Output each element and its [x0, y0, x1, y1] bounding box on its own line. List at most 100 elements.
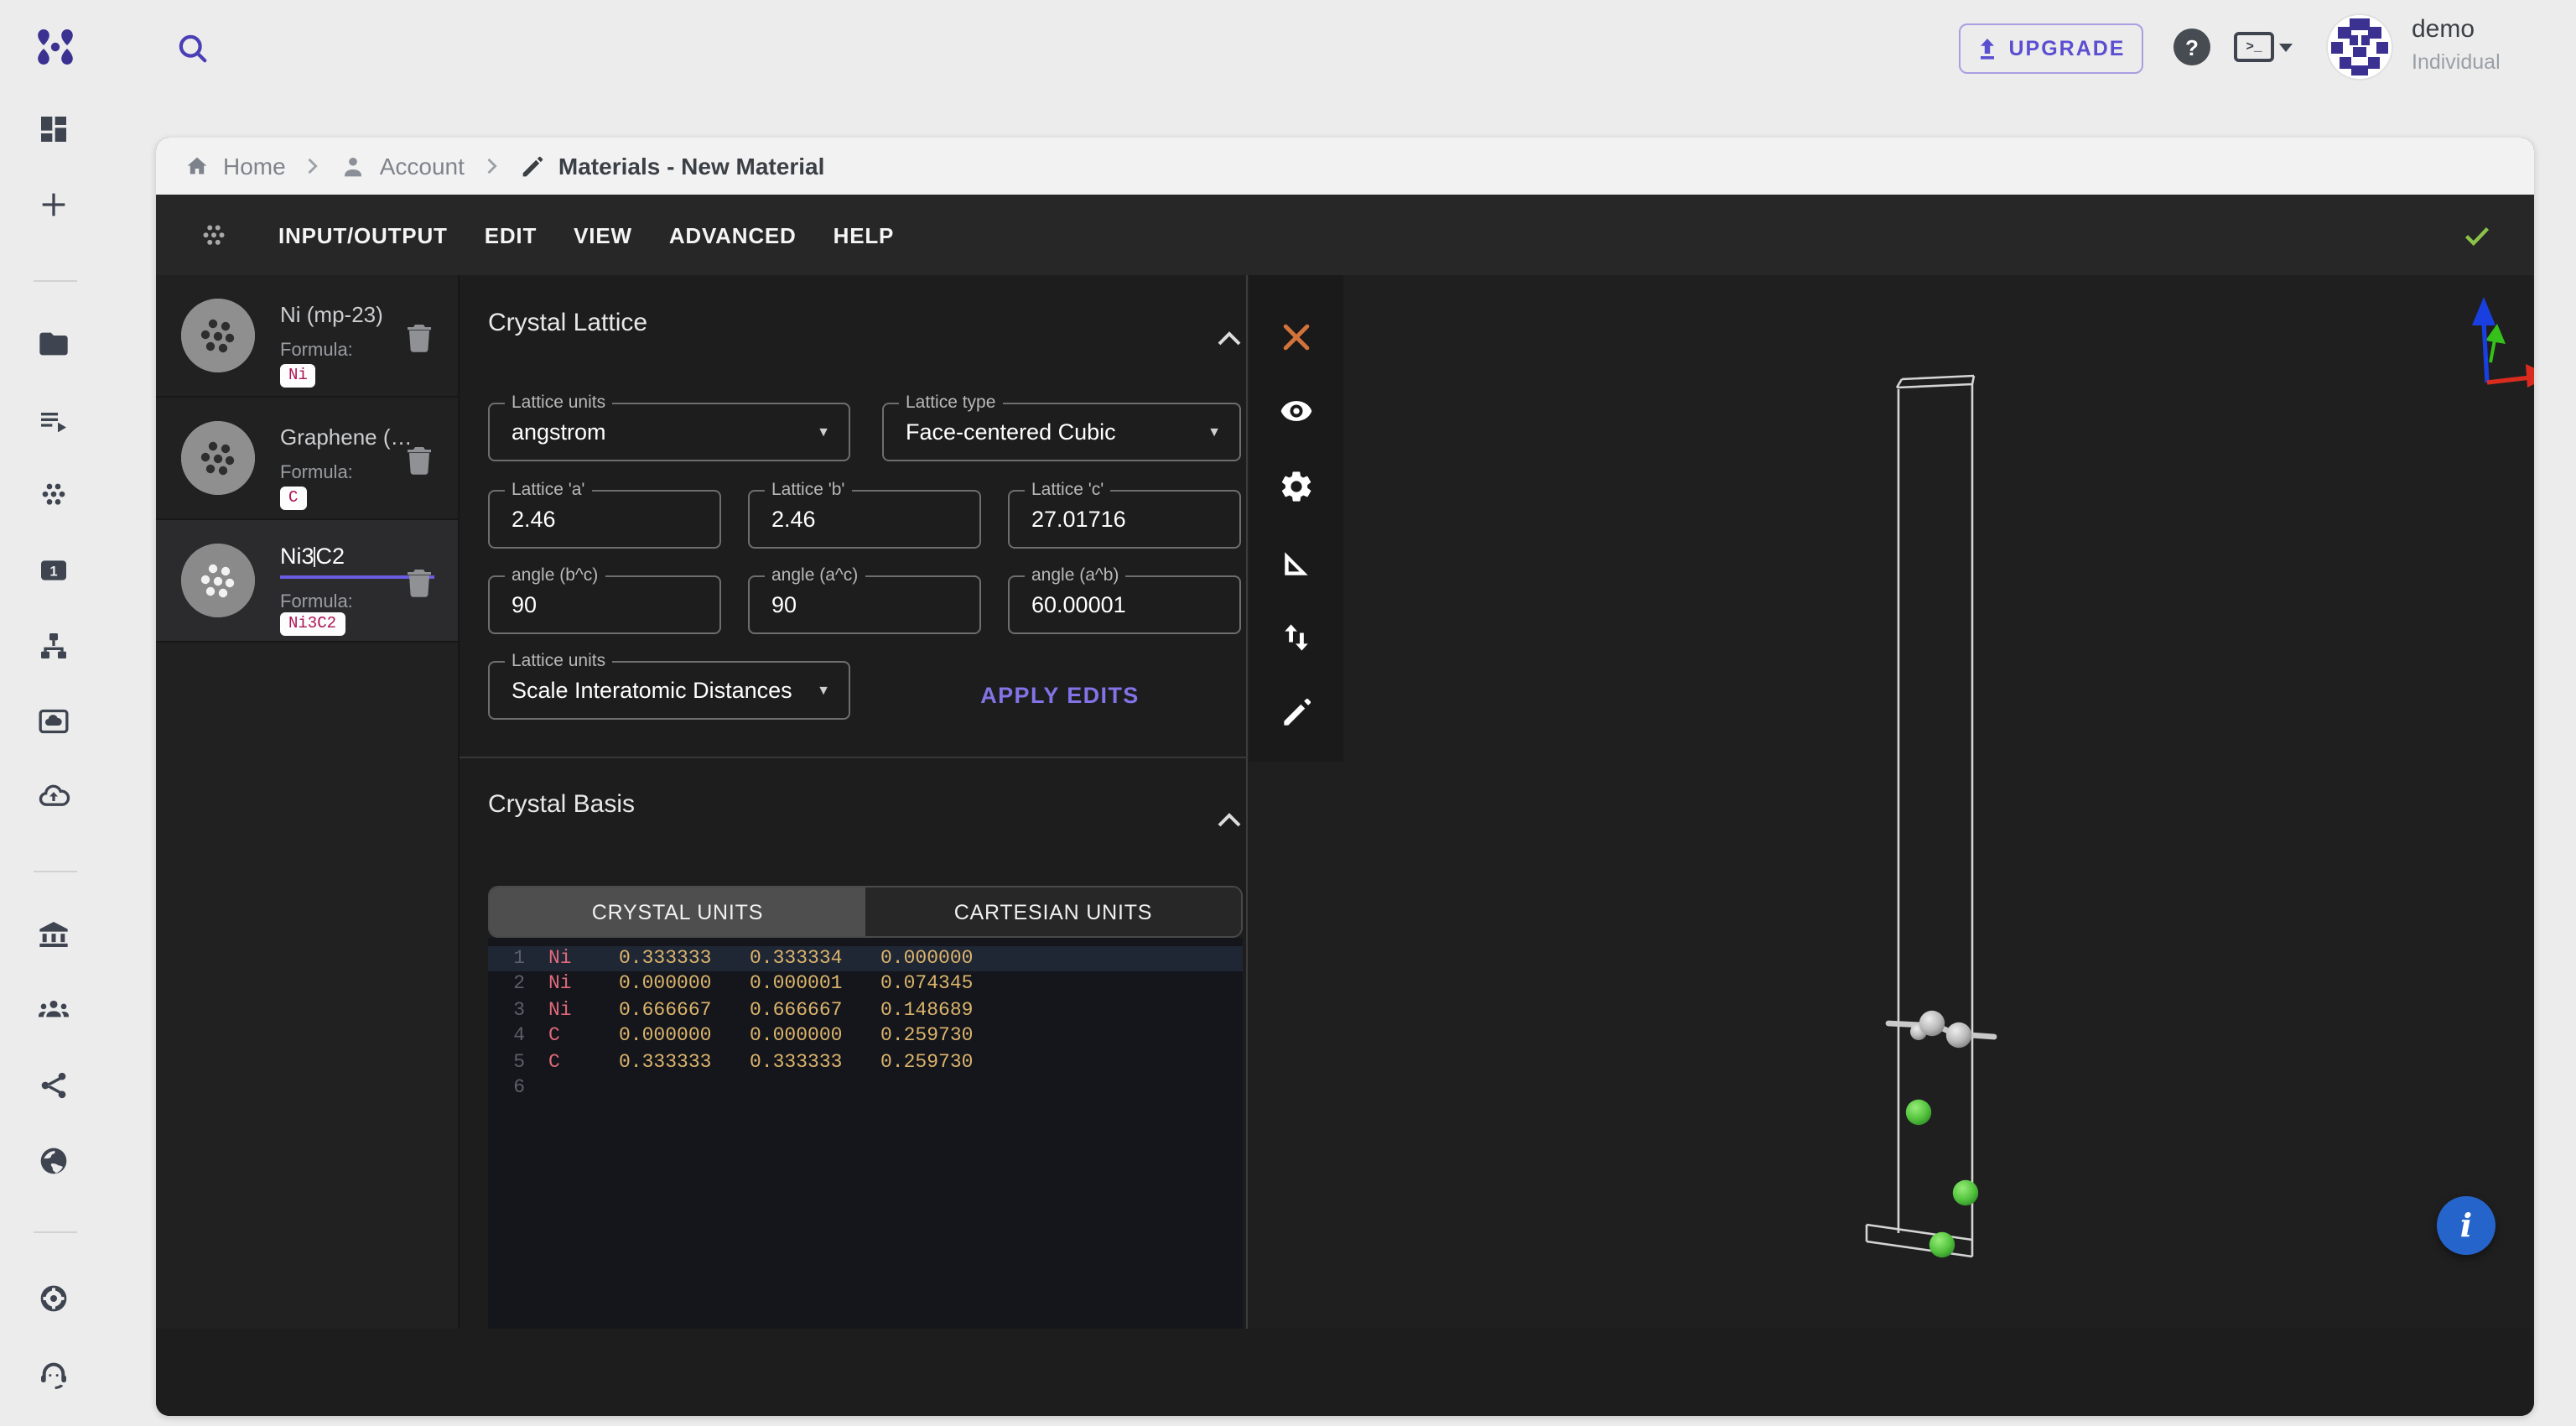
chevron-down-icon — [2279, 43, 2293, 51]
field-label: angle (b^c) — [505, 565, 605, 587]
menu-edit[interactable]: EDIT — [466, 209, 555, 261]
material-list-item-selected[interactable]: Ni3C2 Formula: Ni3C2 — [156, 520, 458, 643]
upgrade-button[interactable]: UPGRADE — [1959, 23, 2143, 74]
breadcrumb-home[interactable]: Home — [183, 152, 286, 180]
saved-check-icon[interactable] — [2460, 218, 2494, 252]
formula-label: Formula: — [280, 341, 353, 361]
angle-ac-input[interactable]: angle (a^c) 90 — [748, 575, 981, 634]
search-icon[interactable] — [174, 30, 211, 67]
formula-label: Formula: — [280, 463, 353, 483]
angle-bc-input[interactable]: angle (b^c) 90 — [488, 575, 721, 634]
collapse-section-icon[interactable] — [1218, 805, 1241, 820]
sidebar-item-organization[interactable] — [37, 918, 70, 951]
settings-gear-icon[interactable] — [1278, 468, 1315, 505]
menu-view[interactable]: VIEW — [555, 209, 651, 261]
field-label: Lattice type — [899, 393, 1002, 414]
collapse-section-icon[interactable] — [1218, 324, 1241, 339]
visibility-eye-icon[interactable] — [1278, 393, 1315, 429]
basis-row: 5C0.3333330.3333330.259730 — [488, 1049, 1243, 1075]
swap-vertical-icon[interactable] — [1278, 619, 1315, 656]
sidebar-item-create-new[interactable] — [37, 188, 70, 221]
menu-input-output[interactable]: INPUT/OUTPUT — [260, 209, 466, 261]
crystal-lattice-title: Crystal Lattice — [488, 309, 647, 337]
structure-viewer[interactable]: i — [1249, 275, 2534, 1329]
field-value: Scale Interatomic Distances — [512, 678, 792, 703]
sidebar-item-entities[interactable]: 1 — [37, 554, 70, 587]
field-value: 90 — [512, 592, 537, 617]
material-edit-panel: Crystal Lattice Lattice units angstrom ▼… — [460, 275, 1248, 1329]
breadcrumb-account[interactable]: Account — [340, 152, 465, 180]
apply-edits-button[interactable]: APPLY EDITS — [956, 678, 1164, 711]
lattice-b-input[interactable]: Lattice 'b' 2.46 — [748, 490, 981, 549]
field-label: angle (a^b) — [1025, 565, 1125, 587]
basis-code-editor[interactable]: 1Ni0.3333330.3333340.000000 2Ni0.0000000… — [488, 938, 1243, 1329]
measure-ruler-icon[interactable] — [1278, 545, 1315, 582]
breadcrumb: Home Account Materials - New Material — [156, 138, 2534, 195]
delete-material-icon[interactable] — [406, 567, 433, 599]
field-value: 27.01716 — [1031, 507, 1126, 532]
brand-logo-icon[interactable] — [34, 27, 77, 67]
scale-units-select[interactable]: Lattice units Scale Interatomic Distance… — [488, 661, 850, 720]
sidebar-item-workflows[interactable] — [37, 629, 70, 663]
info-button[interactable]: i — [2437, 1196, 2496, 1255]
field-value: 60.00001 — [1031, 592, 1126, 617]
sidebar-item-support[interactable] — [37, 1357, 70, 1391]
lattice-c-input[interactable]: Lattice 'c' 27.01716 — [1008, 490, 1241, 549]
field-value: angstrom — [512, 419, 606, 445]
console-menu-button[interactable]: >_ — [2234, 30, 2298, 64]
lattice-units-select[interactable]: Lattice units angstrom ▼ — [488, 403, 850, 461]
sidebar-item-community[interactable] — [37, 1282, 70, 1315]
sidebar-item-media[interactable] — [37, 705, 70, 738]
basis-units-tabs: CRYSTAL UNITS CARTESIAN UNITS — [488, 886, 1243, 938]
lattice-type-select[interactable]: Lattice type Face-centered Cubic ▼ — [882, 403, 1241, 461]
material-list-item[interactable]: Ni (mp-23) Formula: Ni — [156, 275, 458, 398]
material-list-item[interactable]: Graphene (… Formula: C — [156, 398, 458, 520]
viewer-canvas[interactable] — [1249, 275, 2534, 1329]
delete-material-icon[interactable] — [406, 322, 433, 354]
formula-label: Formula: — [280, 592, 353, 612]
material-thumbnail-icon — [181, 544, 255, 617]
terminal-icon: >_ — [2234, 32, 2274, 62]
field-value: 90 — [771, 592, 797, 617]
rail-divider — [34, 871, 77, 872]
menu-help[interactable]: HELP — [815, 209, 913, 261]
app-rail: 1 — [0, 0, 107, 1426]
pencil-icon — [518, 152, 547, 180]
sidebar-item-jobs[interactable] — [37, 404, 70, 438]
chevron-right-icon — [301, 154, 325, 178]
chevron-down-icon: ▼ — [817, 683, 830, 698]
field-label: Lattice 'b' — [765, 480, 851, 502]
material-name-input[interactable]: Ni3C2 — [280, 544, 345, 569]
user-avatar[interactable] — [2328, 15, 2392, 79]
field-label: Lattice 'a' — [505, 480, 591, 502]
edit-pencil-icon[interactable] — [1278, 695, 1315, 731]
angle-ab-input[interactable]: angle (a^b) 60.00001 — [1008, 575, 1241, 634]
lattice-a-input[interactable]: Lattice 'a' 2.46 — [488, 490, 721, 549]
upload-arrow-icon — [1976, 37, 1997, 60]
menu-items: INPUT/OUTPUT EDIT VIEW ADVANCED HELP — [260, 209, 912, 261]
delete-material-icon[interactable] — [406, 445, 433, 476]
material-dots-icon — [198, 219, 230, 251]
sidebar-item-teams[interactable] — [37, 993, 70, 1027]
sidebar-item-materials[interactable] — [37, 478, 70, 512]
atom-ni — [1910, 1011, 1971, 1048]
close-icon[interactable] — [1278, 319, 1315, 356]
user-name: demo — [2412, 15, 2475, 44]
sidebar-item-cloud-uploads[interactable] — [37, 780, 70, 814]
field-label: Lattice units — [505, 651, 612, 673]
sidebar-item-sharing[interactable] — [37, 1069, 70, 1102]
viewer-toolbar — [1249, 275, 1343, 762]
chevron-right-icon — [480, 154, 503, 178]
sidebar-item-projects[interactable] — [37, 327, 70, 361]
sidebar-item-dashboard[interactable] — [37, 112, 70, 146]
field-label: angle (a^c) — [765, 565, 865, 587]
home-icon — [183, 152, 211, 180]
menu-advanced[interactable]: ADVANCED — [651, 209, 815, 261]
help-icon[interactable]: ? — [2174, 29, 2210, 65]
app-root: 1 — [0, 0, 2576, 1426]
tab-cartesian-units[interactable]: CARTESIAN UNITS — [865, 887, 1241, 936]
basis-row: 2Ni0.0000000.0000010.074345 — [488, 972, 1243, 998]
sidebar-item-public-web[interactable] — [37, 1144, 70, 1178]
tab-crystal-units[interactable]: CRYSTAL UNITS — [490, 887, 865, 936]
basis-row: 6 — [488, 1075, 1243, 1101]
